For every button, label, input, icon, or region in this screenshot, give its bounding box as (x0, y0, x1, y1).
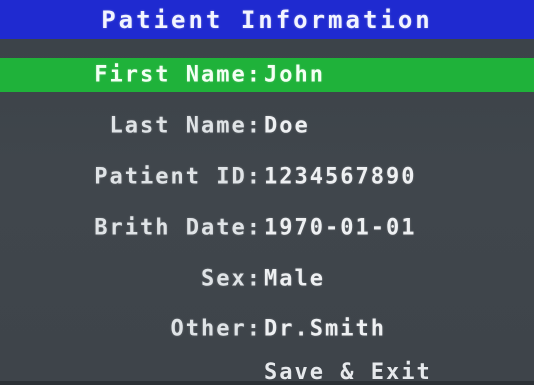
field-label: Last Name: (109, 113, 262, 139)
field-value: John (264, 62, 325, 88)
field-value: Doe (264, 113, 310, 139)
field-value: 1234567890 (264, 164, 417, 190)
field-last-name[interactable]: Last Name: Doe (0, 109, 534, 143)
title-bar: Patient Information (0, 0, 534, 39)
field-birth-date[interactable]: Brith Date: 1970-01-01 (0, 211, 534, 245)
field-patient-id[interactable]: Patient ID: 1234567890 (0, 160, 534, 194)
field-value: Dr.Smith (264, 316, 386, 342)
patient-info-screen: Patient Information First Name: John Las… (0, 0, 534, 385)
field-value: Male (264, 266, 325, 292)
field-label: Patient ID: (94, 164, 262, 190)
field-label: Brith Date: (94, 215, 262, 241)
page-title: Patient Information (101, 5, 433, 34)
screen-bezel (0, 381, 534, 385)
field-sex[interactable]: Sex: Male (0, 262, 534, 296)
field-other[interactable]: Other: Dr.Smith (0, 312, 534, 346)
field-label: Sex: (201, 266, 262, 292)
field-label: First Name: (94, 62, 262, 88)
field-first-name[interactable]: First Name: John (0, 58, 534, 92)
field-value: 1970-01-01 (264, 215, 417, 241)
field-label: Other: (170, 316, 262, 342)
